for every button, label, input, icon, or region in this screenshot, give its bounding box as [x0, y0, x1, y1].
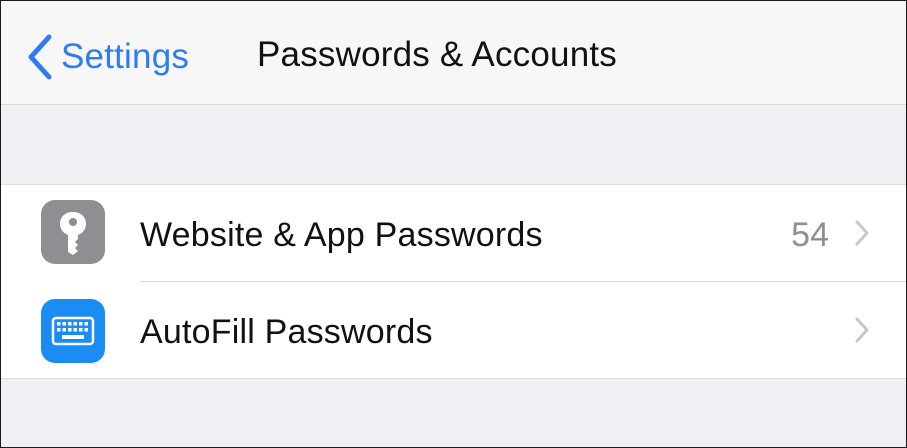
chevron-left-icon: [28, 34, 52, 80]
page-title: Passwords & Accounts: [257, 35, 617, 74]
key-icon: [41, 200, 105, 264]
chevron-right-icon: [855, 317, 869, 343]
row-autofill-passwords[interactable]: AutoFill Passwords: [1, 282, 906, 379]
navigation-bar: Settings Passwords & Accounts: [1, 1, 906, 105]
passwords-group: Website & App Passwords 54 AutoFill Pass…: [1, 184, 906, 379]
row-website-app-passwords[interactable]: Website & App Passwords 54: [1, 185, 906, 282]
row-label-autofill-passwords: AutoFill Passwords: [140, 313, 433, 351]
keyboard-icon: [41, 299, 105, 363]
settings-screen: Settings Passwords & Accounts Website & …: [0, 0, 907, 448]
password-count: 54: [791, 216, 829, 254]
row-label-website-app-passwords: Website & App Passwords: [140, 216, 543, 254]
back-button[interactable]: Settings: [23, 31, 189, 83]
back-button-label: Settings: [61, 37, 190, 76]
chevron-right-icon: [855, 220, 869, 246]
